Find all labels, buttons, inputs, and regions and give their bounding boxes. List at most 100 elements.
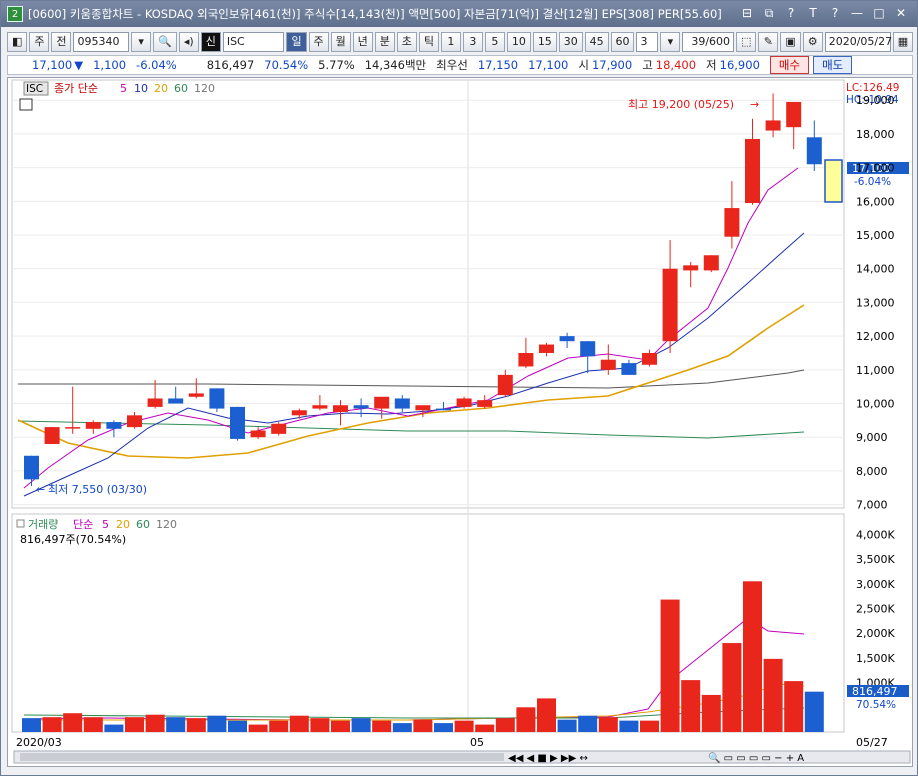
high-arrow-icon: → bbox=[750, 98, 759, 111]
tab-second[interactable]: 초 bbox=[396, 32, 417, 52]
min-10[interactable]: 10 bbox=[506, 32, 531, 52]
price-tick-label: 15,000 bbox=[856, 229, 895, 242]
settings-gear-icon[interactable]: ⚙ bbox=[802, 32, 823, 52]
low-label: 저 bbox=[706, 58, 717, 72]
drawing-tool-icon[interactable]: ✎ bbox=[758, 32, 779, 52]
volume-bar bbox=[578, 715, 598, 732]
vol-ma120-legend: 120 bbox=[156, 518, 177, 531]
help-icon[interactable]: ? bbox=[783, 5, 799, 21]
date-input[interactable]: 2020/05/27 bbox=[824, 32, 892, 52]
volume-bar bbox=[701, 694, 721, 732]
buy-button[interactable]: 매수 bbox=[769, 56, 810, 74]
volume-value: 816,497 bbox=[206, 58, 255, 72]
chart-window: 2 [0600] 키움종합차트 - KOSDAQ 외국인보유[461(천)] 주… bbox=[0, 0, 918, 776]
turnover-rate: 5.77% bbox=[318, 58, 355, 72]
layout-toggle-icon[interactable]: ◧ bbox=[7, 32, 28, 52]
min-60[interactable]: 60 bbox=[610, 32, 635, 52]
ma120-legend: 120 bbox=[194, 82, 215, 95]
last-volume-pct: 70.54% bbox=[856, 699, 896, 711]
tab-month[interactable]: 월 bbox=[330, 32, 351, 52]
question-icon[interactable]: ? bbox=[827, 5, 843, 21]
change-percent: -6.04% bbox=[136, 58, 177, 72]
code-dropdown-icon[interactable]: ▾ bbox=[131, 32, 152, 52]
min-1[interactable]: 1 bbox=[440, 32, 461, 52]
volume-tick-label: 4,000K bbox=[856, 528, 895, 541]
interval-input[interactable]: 3 bbox=[636, 32, 659, 52]
volume-bar bbox=[22, 718, 41, 732]
interval-dropdown-icon[interactable]: ▾ bbox=[660, 32, 681, 52]
trade-amount: 14,346백만 bbox=[364, 58, 427, 72]
price-tick-label: 14,000 bbox=[856, 263, 895, 276]
volume-bar bbox=[784, 681, 804, 732]
price-tick-label: 16,000 bbox=[856, 195, 895, 208]
volume-bar bbox=[42, 717, 62, 732]
best-ask: 17,150 bbox=[477, 58, 519, 72]
min-15[interactable]: 15 bbox=[532, 32, 557, 52]
scrollbar-thumb[interactable] bbox=[20, 753, 504, 761]
best-quote-label: 최우선 bbox=[436, 58, 468, 72]
restore-icon[interactable]: ⧉ bbox=[761, 5, 777, 21]
volume-ma-label: 단순 bbox=[73, 518, 93, 531]
volume-bar bbox=[351, 718, 371, 732]
chart-area[interactable]: ISC 종가 단순 5 10 20 60 120 LC:126.49 HC:-1… bbox=[7, 77, 913, 767]
candle-body bbox=[600, 359, 616, 370]
tab-week[interactable]: 주 bbox=[308, 32, 329, 52]
volume-bar bbox=[743, 581, 762, 732]
volume-bar bbox=[598, 717, 618, 732]
calendar-icon[interactable]: ▦ bbox=[892, 32, 914, 52]
stock-code-input[interactable]: 095340 bbox=[73, 32, 130, 52]
candle-body bbox=[353, 405, 369, 409]
maximize-icon[interactable]: □ bbox=[871, 5, 887, 21]
ticker-tag: ISC bbox=[26, 83, 43, 95]
price-tick-label: 10,000 bbox=[856, 398, 895, 411]
volume-tick-label: 3,000K bbox=[856, 578, 895, 591]
layout-icon[interactable]: ⊟ bbox=[739, 5, 755, 21]
quote-bar: 17,100 ▼ 1,100 -6.04% 816,497 70.54% 5.7… bbox=[7, 55, 913, 75]
price-y-axis: 19,000 18,000 17,000 16,000 15,000 14,000 13,0… bbox=[856, 94, 895, 511]
ma20-legend: 20 bbox=[154, 82, 168, 95]
volume-bar bbox=[804, 691, 824, 732]
tab-minute[interactable]: 분 bbox=[374, 32, 395, 52]
text-icon[interactable]: T bbox=[805, 5, 821, 21]
indicator-icon[interactable]: ⬚ bbox=[736, 32, 757, 52]
sound-icon[interactable]: ◂) bbox=[178, 32, 199, 52]
calculator-icon[interactable] bbox=[19, 98, 33, 111]
min-5[interactable]: 5 bbox=[484, 32, 505, 52]
candle-body bbox=[518, 352, 534, 367]
volume-bar bbox=[289, 715, 309, 732]
x-axis-start: 2020/03 bbox=[16, 736, 62, 749]
sell-button[interactable]: 매도 bbox=[813, 56, 853, 74]
tab-tick[interactable]: 틱 bbox=[418, 32, 439, 52]
all-button[interactable]: 전 bbox=[51, 32, 72, 52]
price-tick-label: 8,000 bbox=[856, 465, 888, 478]
candle-body bbox=[703, 255, 719, 271]
search-icon[interactable]: 🔍 bbox=[153, 32, 177, 52]
stock-name-field[interactable]: ISC bbox=[222, 32, 285, 52]
scroll-left-icon[interactable]: ◀◀ ◀ ■ ▶ ▶▶ ↔ bbox=[508, 753, 588, 764]
close-icon[interactable]: ✕ bbox=[893, 5, 909, 21]
min-3[interactable]: 3 bbox=[462, 32, 483, 52]
min-45[interactable]: 45 bbox=[584, 32, 609, 52]
candle-body bbox=[291, 410, 307, 416]
min-30[interactable]: 30 bbox=[558, 32, 583, 52]
volume-tick-label: 2,500K bbox=[856, 602, 895, 615]
title-bar: 2 [0600] 키움종합차트 - KOSDAQ 외국인보유[461(천)] 주… bbox=[1, 1, 917, 27]
volume-legend-label: 거래량 bbox=[28, 518, 58, 531]
price-tick-label: 12,000 bbox=[856, 330, 895, 343]
volume-bar bbox=[475, 724, 495, 732]
price-tick-label: 19,000 bbox=[856, 94, 895, 107]
volume-bar bbox=[722, 643, 742, 732]
bar-count-input[interactable]: 39/600 bbox=[682, 32, 735, 52]
zoom-controls-icon[interactable]: 🔍 ▭ ▭ ▭ ▭ − + A bbox=[708, 751, 804, 764]
high-note: 최고 19,200 (05/25) bbox=[628, 98, 734, 111]
minimize-icon[interactable]: — bbox=[849, 5, 865, 21]
tab-year[interactable]: 년 bbox=[352, 32, 373, 52]
period-select[interactable]: 주 bbox=[29, 32, 50, 52]
candle-body bbox=[374, 396, 390, 409]
tab-day[interactable]: 일 bbox=[286, 32, 307, 52]
volume-bar bbox=[186, 718, 206, 732]
candle-body bbox=[497, 374, 513, 396]
candle-body bbox=[168, 398, 184, 404]
volume-bar bbox=[495, 718, 515, 732]
save-icon[interactable]: ▣ bbox=[780, 32, 801, 52]
